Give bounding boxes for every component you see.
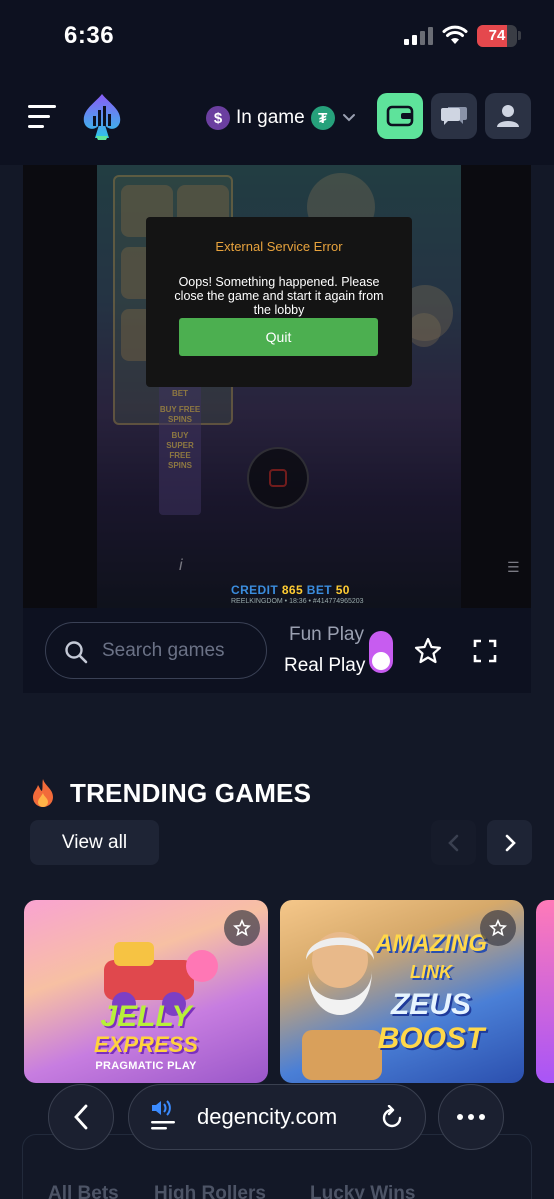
fire-icon bbox=[33, 779, 53, 807]
chevron-right-icon bbox=[505, 834, 516, 851]
quit-button[interactable]: Quit bbox=[179, 318, 378, 356]
game-card-title: JELLY bbox=[100, 1000, 192, 1033]
star-outline-icon bbox=[489, 919, 507, 937]
game-provider: PRAGMATIC PLAY bbox=[95, 1060, 197, 1072]
game-card-title-zeus: ZEUS bbox=[390, 988, 471, 1021]
hamburger-menu-icon[interactable] bbox=[28, 105, 56, 129]
clock: 6:36 bbox=[64, 22, 115, 49]
view-all-button[interactable]: View all bbox=[30, 820, 159, 865]
error-message: Oops! Something happened. Please close t… bbox=[174, 275, 384, 317]
browser-address-bar[interactable]: degencity.com bbox=[128, 1084, 426, 1150]
wallet-button[interactable] bbox=[377, 93, 423, 139]
game-menu-icon: ☰ bbox=[507, 559, 520, 575]
reader-speaker-icon bbox=[151, 1100, 175, 1130]
game-footer: REELKINGDOM • 18:36 • #414774965203 bbox=[231, 598, 364, 605]
tether-coin-icon: ₮ bbox=[310, 106, 335, 130]
search-icon bbox=[65, 641, 88, 664]
fun-play-label[interactable]: Fun Play bbox=[289, 624, 364, 646]
chat-bubbles-icon bbox=[441, 107, 467, 125]
game-card-jelly-express[interactable]: JELLY EXPRESS PRAGMATIC PLAY bbox=[24, 900, 268, 1083]
tab-high-rollers[interactable]: High Rollers bbox=[154, 1183, 266, 1199]
search-box[interactable] bbox=[45, 622, 267, 679]
favorite-star-icon[interactable] bbox=[413, 636, 443, 666]
spade-city-logo[interactable] bbox=[80, 92, 124, 142]
game-card-subtitle: EXPRESS bbox=[94, 1032, 198, 1057]
browser-more-button[interactable] bbox=[438, 1084, 504, 1150]
url-text: degencity.com bbox=[197, 1104, 338, 1129]
search-input[interactable] bbox=[102, 637, 252, 665]
fullscreen-icon[interactable] bbox=[473, 639, 497, 663]
credit-readout: CREDIT 865 BET 50 bbox=[231, 583, 350, 597]
battery-icon: 74 bbox=[477, 25, 517, 47]
app-header: $ In game ₮ bbox=[0, 72, 554, 165]
dollar-coin-icon: $ bbox=[206, 106, 230, 130]
battery-cap bbox=[518, 31, 521, 40]
game-card-title-boost: BOOST bbox=[377, 1022, 485, 1055]
info-icon: i bbox=[179, 557, 183, 574]
battery-percent: 74 bbox=[488, 27, 506, 44]
toggle-knob bbox=[372, 652, 390, 670]
play-mode-toggle[interactable] bbox=[369, 631, 393, 673]
real-play-label[interactable]: Real Play bbox=[284, 655, 365, 677]
game-card-partial[interactable] bbox=[536, 900, 554, 1083]
cellular-signal-icon bbox=[404, 27, 433, 45]
game-card-amazing-link-zeus[interactable]: AMAZING LINK ZEUS BOOST bbox=[280, 900, 524, 1083]
game-side-panel: BET BUY FREE SPINS BUY SUPER FREE SPINS bbox=[159, 383, 201, 515]
carousel-next-button[interactable] bbox=[487, 820, 532, 865]
game-card-title-link: LINK bbox=[410, 962, 452, 982]
carousel-prev-button[interactable] bbox=[431, 820, 476, 865]
browser-back-button[interactable] bbox=[48, 1084, 114, 1150]
tab-lucky-wins[interactable]: Lucky Wins bbox=[310, 1183, 415, 1199]
trending-header: TRENDING GAMES bbox=[30, 776, 311, 810]
spin-button bbox=[247, 447, 309, 509]
wifi-icon bbox=[442, 25, 468, 44]
trending-title: TRENDING GAMES bbox=[70, 777, 312, 808]
reload-icon[interactable] bbox=[379, 1105, 405, 1131]
game-controls-bar: Fun Play Real Play bbox=[23, 608, 531, 693]
user-icon bbox=[497, 105, 519, 127]
wallet-icon bbox=[386, 105, 414, 127]
game-iframe[interactable]: BET BUY FREE SPINS BUY SUPER FREE SPINS … bbox=[23, 165, 531, 608]
balance-selector[interactable]: $ In game ₮ bbox=[206, 105, 357, 131]
chat-button[interactable] bbox=[431, 93, 477, 139]
profile-button[interactable] bbox=[485, 93, 531, 139]
error-dialog: External Service Error Oops! Something h… bbox=[146, 217, 412, 387]
balance-label: In game bbox=[236, 107, 305, 128]
chevron-down-icon bbox=[342, 114, 355, 122]
star-outline-icon bbox=[233, 919, 251, 937]
status-bar: 6:36 74 bbox=[0, 0, 554, 72]
error-title: External Service Error bbox=[215, 239, 343, 254]
tab-all-bets[interactable]: All Bets bbox=[48, 1183, 119, 1199]
card-favorite-button[interactable] bbox=[480, 910, 516, 946]
chevron-left-icon bbox=[447, 834, 458, 851]
more-dots-icon bbox=[457, 1114, 485, 1120]
chevron-left-icon bbox=[74, 1104, 88, 1130]
card-favorite-button[interactable] bbox=[224, 910, 260, 946]
